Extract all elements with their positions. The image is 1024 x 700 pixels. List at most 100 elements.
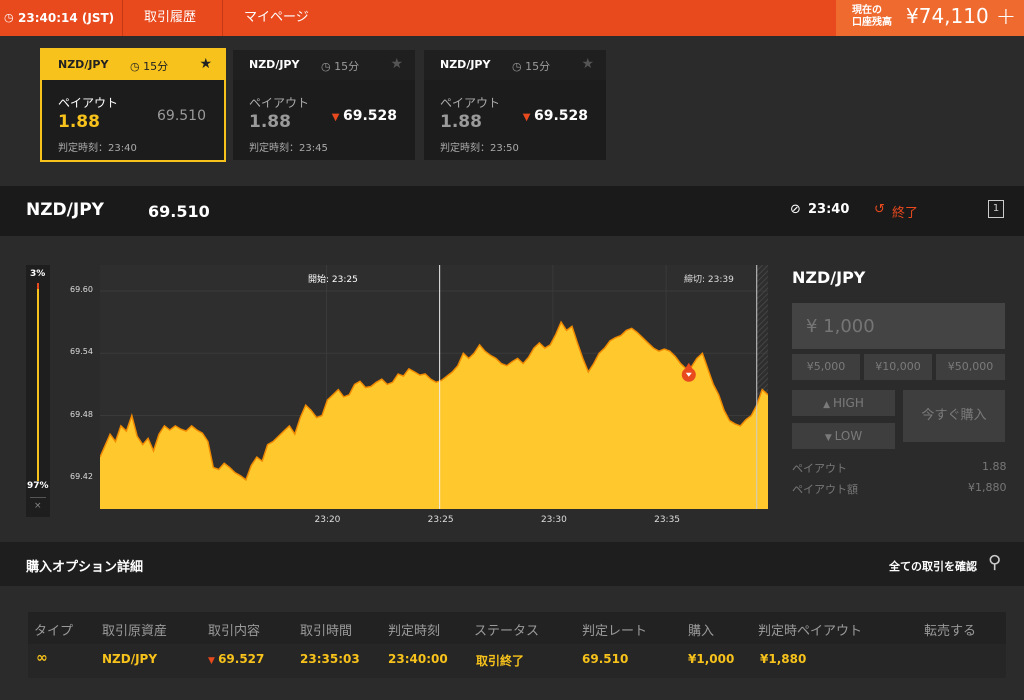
card-duration-text: 15分	[334, 60, 360, 73]
gauge-low-percent: 97%	[27, 481, 49, 491]
high-low-type-icon: ∞	[36, 650, 48, 666]
card-rate: ▼ 69.528	[523, 108, 588, 124]
balance-label-line1: 現在の	[852, 5, 882, 16]
payout-label: ペイアウト	[792, 462, 847, 475]
down-arrow-icon: ▼	[331, 112, 343, 123]
balance-box: 現在の 口座残高 ¥74,110 +	[836, 0, 1024, 36]
detail-header: 購入オプション詳細 全ての取引を確認 ⚲	[0, 542, 1024, 586]
cell-content: ▼ 69.527	[208, 652, 264, 666]
down-arrow-icon: ▼	[522, 112, 534, 123]
payout-value: 1.88	[982, 460, 1007, 473]
start-time-label: 開始: 23:25	[308, 275, 358, 285]
nav-mypage[interactable]: マイページ	[244, 0, 309, 36]
search-icon[interactable]: ⚲	[988, 552, 1001, 573]
decision-time: 判定時刻：23:50	[440, 143, 519, 154]
x-tick-label: 23:35	[654, 515, 681, 525]
option-card[interactable]: NZD/JPY ◷ 15分 ★ ペイアウト 1.88 69.510 判定時刻：2…	[40, 48, 226, 162]
end-time-label: 締切: 23:39	[684, 275, 734, 285]
low-button[interactable]: ▼ LOW	[792, 423, 895, 449]
price-chart[interactable]: 開始: 23:25 締切: 23:39	[100, 265, 768, 509]
card-pair: NZD/JPY	[440, 58, 491, 71]
top-bar: ◷ 23:40:14 (JST) 取引履歴 マイページ 現在の 口座残高 ¥74…	[0, 0, 1024, 36]
pair-bar: NZD/JPY 69.510 ⊘ 23:40 ↺ 終了 1	[0, 186, 1024, 236]
server-time: 23:40:14 (JST)	[18, 11, 115, 25]
col-header-status: ステータス	[474, 624, 540, 639]
expiry-icon: ⊘	[790, 202, 801, 217]
nav-history[interactable]: 取引履歴	[144, 0, 196, 36]
option-card[interactable]: NZD/JPY ◷ 15分 ★ ペイアウト 1.88 ▼ 69.528 判定時刻…	[424, 50, 606, 160]
card-rate: ▼ 69.528	[332, 108, 397, 124]
gauge-high-fill	[37, 283, 39, 289]
add-funds-button[interactable]: +	[996, 2, 1016, 30]
payout-value: 1.88	[440, 112, 482, 132]
chart-svg	[100, 265, 768, 509]
col-header-trade-time: 取引時間	[300, 624, 353, 639]
divider	[122, 0, 123, 36]
card-duration-text: 15分	[143, 60, 169, 73]
buy-now-button[interactable]: 今すぐ購入	[903, 390, 1005, 442]
col-header-payout: 判定時ペイアウト	[758, 624, 863, 639]
cell-decision-time: 23:40:00	[388, 652, 448, 666]
low-button-label: LOW	[834, 429, 863, 443]
payout-amount-value: ¥1,880	[968, 481, 1007, 494]
clock-icon: ◷	[130, 60, 144, 73]
card-duration-text: 15分	[525, 60, 551, 73]
y-tick-label: 69.54	[70, 347, 93, 357]
option-card[interactable]: NZD/JPY ◷ 15分 ★ ペイアウト 1.88 ▼ 69.528 判定時刻…	[233, 50, 415, 160]
y-tick-label: 69.42	[70, 471, 93, 481]
high-button[interactable]: ▲ HIGH	[792, 390, 895, 416]
col-header-asset: 取引原資産	[102, 624, 168, 639]
card-duration: ◷ 15分	[512, 58, 550, 74]
col-header-content: 取引内容	[208, 624, 261, 639]
col-header-decision-rate: 判定レート	[582, 624, 648, 639]
payout-label: ペイアウト	[58, 96, 119, 110]
col-header-decision-time: 判定時刻	[388, 624, 441, 639]
cell-asset: NZD/JPY	[102, 652, 158, 666]
col-header-resell: 転売する	[924, 624, 977, 639]
payout-label: ペイアウト	[440, 96, 501, 110]
col-header-purchase: 購入	[688, 624, 715, 639]
card-rate-text: 69.528	[533, 108, 588, 124]
card-pair: NZD/JPY	[249, 58, 300, 71]
cell-content-text: 69.527	[218, 652, 265, 666]
cell-trade-time: 23:35:03	[300, 652, 360, 666]
history-icon: ↺	[874, 202, 885, 217]
high-button-label: HIGH	[832, 396, 864, 410]
favorite-star-icon[interactable]: ★	[199, 56, 212, 72]
y-tick-label: 69.60	[70, 284, 93, 294]
decision-time: 判定時刻：23:45	[249, 143, 328, 154]
payout-label: ペイアウト	[249, 96, 310, 110]
decision-time: 判定時刻：23:40	[58, 143, 137, 154]
favorite-star-icon[interactable]: ★	[390, 56, 403, 72]
down-arrow-icon: ▼	[208, 656, 219, 666]
x-axis: 23:20 23:25 23:30 23:35	[100, 509, 768, 533]
sentiment-gauge: 3% 97% ×	[26, 265, 50, 517]
clock-icon: ◷	[321, 60, 335, 73]
chart-mode-icon[interactable]: 1	[988, 200, 1004, 218]
up-arrow-icon: ▲	[823, 400, 833, 410]
divider	[222, 0, 223, 36]
preset-50000-button[interactable]: ¥50,000	[936, 354, 1005, 380]
divider	[30, 497, 46, 498]
y-tick-label: 69.48	[70, 409, 93, 419]
gauge-track	[37, 283, 39, 481]
favorite-star-icon[interactable]: ★	[581, 56, 594, 72]
card-rate-text: 69.528	[342, 108, 397, 124]
payout-value: 1.88	[58, 112, 100, 132]
preset-5000-button[interactable]: ¥5,000	[792, 354, 860, 380]
gauge-high-percent: 3%	[30, 269, 46, 279]
view-all-trades-link[interactable]: 全ての取引を確認	[889, 558, 977, 574]
card-duration: ◷ 15分	[321, 58, 359, 74]
payout-amount-label: ペイアウト額	[792, 483, 858, 496]
x-tick-label: 23:20	[314, 515, 341, 525]
gauge-close-icon[interactable]: ×	[34, 501, 42, 511]
card-pair: NZD/JPY	[58, 58, 109, 71]
cell-decision-rate: 69.510	[582, 652, 629, 666]
trade-status: 終了	[892, 206, 919, 221]
preset-10000-button[interactable]: ¥10,000	[864, 354, 932, 380]
down-arrow-icon: ▼	[824, 433, 835, 443]
amount-input[interactable]	[792, 303, 1005, 349]
col-header-type: タイプ	[34, 624, 74, 639]
pair-title: NZD/JPY	[26, 200, 104, 220]
balance-label-line2: 口座残高	[852, 17, 892, 28]
